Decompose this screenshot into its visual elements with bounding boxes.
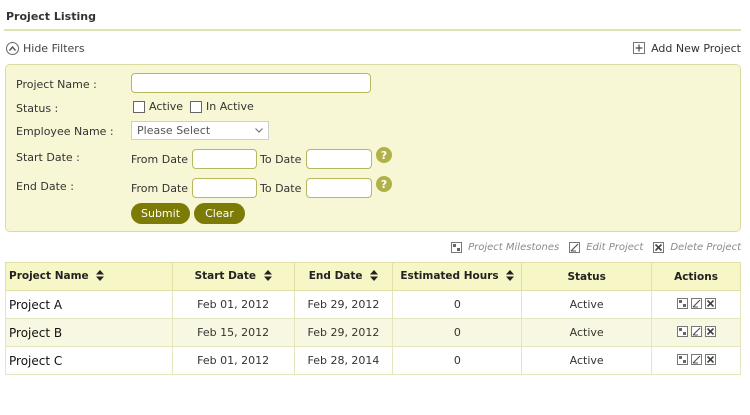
question-circle-icon[interactable]: ? <box>376 147 392 163</box>
estimated-hours-cell: 0 <box>392 290 523 319</box>
delete-x-icon[interactable] <box>704 326 716 337</box>
employee-select-value: Please Select <box>137 124 211 137</box>
start-to-date-label: To Date <box>260 153 302 166</box>
status-active-checkbox[interactable] <box>133 101 145 113</box>
column-header-label: Estimated Hours <box>400 269 499 282</box>
milestone-icon <box>451 241 463 253</box>
table-header-row: Project Name Start Date End Date Estimat… <box>5 262 741 291</box>
end-from-date-input[interactable] <box>192 178 257 198</box>
delete-project-link[interactable]: Delete Project <box>653 241 741 253</box>
table-row: Project C Feb 01, 2012 Feb 28, 2014 0 Ac… <box>5 346 741 375</box>
status-inactive-checkbox[interactable] <box>190 101 202 113</box>
start-from-date-input[interactable] <box>192 149 257 169</box>
status-label: Status : <box>16 102 59 115</box>
clear-button[interactable]: Clear <box>194 203 245 224</box>
page-title: Project Listing <box>6 10 96 23</box>
actions-cell <box>651 346 741 375</box>
column-header-label: Project Name <box>9 269 89 282</box>
filter-panel: Project Name : Status : Active In Active… <box>5 64 741 232</box>
column-header-label: End Date <box>308 269 363 282</box>
table-row: Project A Feb 01, 2012 Feb 29, 2012 0 Ac… <box>5 290 741 319</box>
end-to-date-input[interactable] <box>306 178 372 198</box>
edit-icon <box>569 241 581 253</box>
add-new-project-label: Add New Project <box>651 41 741 55</box>
project-actions-bar: Project Milestones Edit Project Delete P… <box>451 240 741 254</box>
status-inactive-label: In Active <box>206 100 254 113</box>
project-milestones-label: Project Milestones <box>468 241 560 253</box>
project-name-cell[interactable]: Project A <box>5 290 173 319</box>
end-date-cell: Feb 29, 2012 <box>293 290 394 319</box>
milestone-icon[interactable] <box>676 326 688 337</box>
table-row: Project B Feb 15, 2012 Feb 29, 2012 0 Ac… <box>5 318 741 347</box>
status-cell: Active <box>521 318 653 347</box>
sort-arrows-icon[interactable] <box>96 269 105 284</box>
project-milestones-link[interactable]: Project Milestones <box>451 241 560 253</box>
plus-box-icon <box>633 42 646 54</box>
employee-name-label: Employee Name : <box>16 125 114 138</box>
project-name-cell[interactable]: Project C <box>5 346 173 375</box>
chevron-down-icon <box>255 128 263 133</box>
column-header-end-date[interactable]: End Date <box>293 262 394 291</box>
end-date-cell: Feb 29, 2012 <box>293 318 394 347</box>
delete-x-icon[interactable] <box>704 354 716 365</box>
question-circle-icon[interactable]: ? <box>376 176 392 192</box>
start-date-label: Start Date : <box>16 151 80 164</box>
actions-cell <box>651 290 741 319</box>
start-date-cell: Feb 15, 2012 <box>171 318 295 347</box>
estimated-hours-cell: 0 <box>392 346 523 375</box>
submit-button[interactable]: Submit <box>131 203 190 224</box>
column-header-start-date[interactable]: Start Date <box>171 262 295 291</box>
milestone-icon[interactable] <box>676 298 688 309</box>
edit-icon[interactable] <box>690 354 702 365</box>
column-header-project-name[interactable]: Project Name <box>5 262 173 291</box>
edit-icon[interactable] <box>690 298 702 309</box>
end-date-cell: Feb 28, 2014 <box>293 346 394 375</box>
project-name-input[interactable] <box>131 73 371 93</box>
end-from-date-label: From Date <box>131 182 189 195</box>
column-header-label: Start Date <box>194 269 257 282</box>
sort-arrows-icon[interactable] <box>506 269 515 284</box>
edit-project-label: Edit Project <box>586 241 644 253</box>
sort-arrows-icon[interactable] <box>263 269 272 284</box>
estimated-hours-cell: 0 <box>392 318 523 347</box>
project-name-cell[interactable]: Project B <box>5 318 173 347</box>
status-cell: Active <box>521 346 653 375</box>
end-date-label: End Date : <box>16 180 74 193</box>
start-to-date-input[interactable] <box>306 149 372 169</box>
edit-icon[interactable] <box>690 326 702 337</box>
end-to-date-label: To Date <box>260 182 302 195</box>
title-divider <box>4 29 741 31</box>
project-table: Project Name Start Date End Date Estimat… <box>5 262 741 375</box>
delete-x-icon[interactable] <box>704 298 716 309</box>
milestone-icon[interactable] <box>676 354 688 365</box>
delete-project-label: Delete Project <box>670 241 741 253</box>
hide-filters-toggle[interactable]: Hide Filters <box>6 40 85 56</box>
start-date-cell: Feb 01, 2012 <box>171 290 295 319</box>
start-from-date-label: From Date <box>131 153 189 166</box>
delete-x-icon <box>653 241 665 253</box>
column-header-actions: Actions <box>651 262 741 291</box>
project-name-label: Project Name : <box>16 78 97 91</box>
edit-project-link[interactable]: Edit Project <box>569 241 644 253</box>
hide-filters-label: Hide Filters <box>23 41 85 55</box>
actions-cell <box>651 318 741 347</box>
column-header-estimated-hours[interactable]: Estimated Hours <box>392 262 523 291</box>
start-date-cell: Feb 01, 2012 <box>171 346 295 375</box>
add-new-project-button[interactable]: Add New Project <box>633 40 741 56</box>
status-cell: Active <box>521 290 653 319</box>
status-active-label: Active <box>149 100 184 113</box>
column-header-status: Status <box>521 262 653 291</box>
sort-arrows-icon[interactable] <box>370 269 379 284</box>
chevron-up-circle-icon <box>6 41 19 55</box>
employee-select[interactable]: Please Select <box>131 121 269 140</box>
